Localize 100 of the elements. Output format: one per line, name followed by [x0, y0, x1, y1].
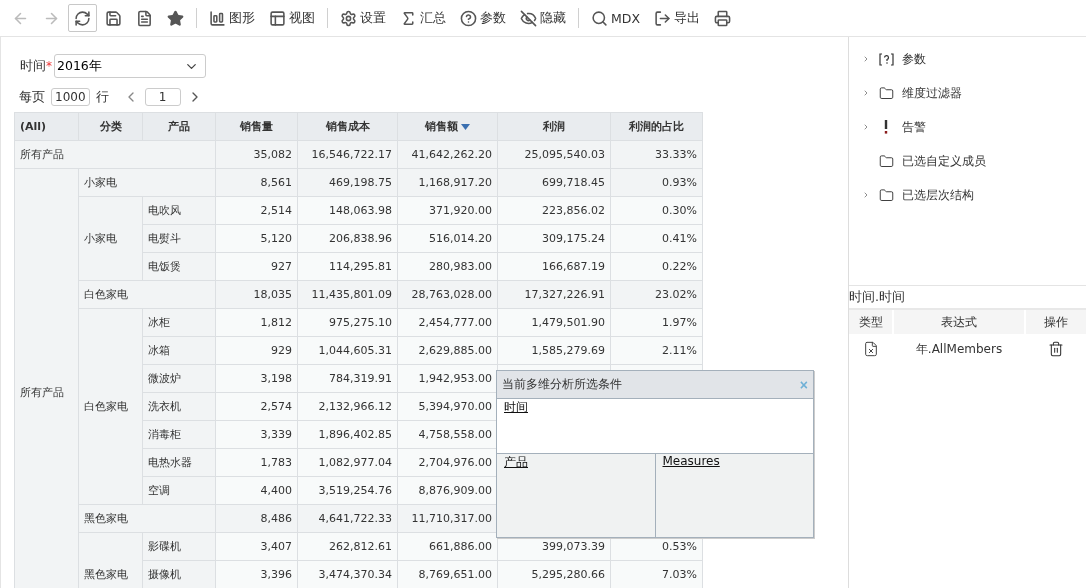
toolbar-button[interactable]: 汇总 [394, 4, 452, 32]
table-cell: 5,120 [215, 224, 298, 253]
table-cell: 148,063.98 [297, 196, 398, 225]
tree-item[interactable]: 参数 [849, 42, 1086, 76]
table-cell: 7.03% [610, 560, 703, 588]
table-cell: 2,574 [215, 392, 298, 421]
rows-label: 行 [95, 88, 109, 106]
row-header: 空调 [142, 476, 216, 505]
table-cell: 1,168,917.20 [397, 168, 498, 197]
table-cell-text: 年.AllMembers [914, 340, 1004, 358]
table-cell: 1,082,977.04 [297, 448, 398, 477]
table-cell: 11,710,317.00 [397, 504, 498, 533]
row-header: 电熨斗 [142, 224, 216, 253]
table-cell: 975,275.10 [297, 308, 398, 337]
table-cell: 0.22% [610, 252, 703, 281]
table-cell: 371,920.00 [397, 196, 498, 225]
time-select[interactable]: 2016年 [54, 54, 206, 78]
table-cell: 1,783 [215, 448, 298, 477]
table-cell: 23.02% [610, 280, 703, 309]
table-cell: 223,856.02 [497, 196, 611, 225]
expand-icon [862, 88, 870, 98]
toolbar-button[interactable]: 图形 [203, 4, 261, 32]
column-header[interactable]: 销售额 [397, 112, 498, 141]
table-cell: 8,876,909.00 [397, 476, 498, 505]
save-icon [105, 9, 122, 27]
popup-title: 当前多维分析所选条件 [502, 376, 622, 393]
measures-link[interactable]: Measures [662, 454, 720, 468]
table-cell: 2,454,777.00 [397, 308, 498, 337]
settings-icon [340, 9, 357, 27]
tree-item[interactable]: 已选自定义成员 [849, 144, 1086, 178]
column-header[interactable]: 利润 [497, 112, 611, 141]
table-cell: 18,035 [215, 280, 298, 309]
filter-label: 时间 [20, 57, 46, 75]
column-header[interactable]: 销售成本 [297, 112, 398, 141]
column-header[interactable]: 利润的占比 [610, 112, 703, 141]
table-cell: 5,394,970.00 [397, 392, 498, 421]
table-cell: 929 [215, 336, 298, 365]
table-cell: 11,435,801.09 [297, 280, 398, 309]
table-cell: 206,838.96 [297, 224, 398, 253]
table-cell: 28,763,028.00 [397, 280, 498, 309]
page-size-field[interactable]: 1000 [51, 88, 90, 106]
row-header: 电饭煲 [142, 252, 216, 281]
table-cell: 2,132,966.12 [297, 392, 398, 421]
toolbar-button[interactable]: 参数 [454, 4, 512, 32]
save-as-icon [136, 9, 153, 27]
folder-icon [878, 85, 894, 101]
expand-icon [862, 54, 870, 64]
column-header: 类型 [849, 310, 892, 334]
row-header: 微波炉 [142, 364, 216, 393]
table-cell: 262,812.61 [297, 532, 398, 561]
column-header[interactable]: 产品 [142, 112, 216, 141]
expand-icon [862, 122, 870, 132]
table-cell: 3,407 [215, 532, 298, 561]
row-header: 摄像机 [142, 560, 216, 588]
table-cell: 1,942,953.00 [397, 364, 498, 393]
product-link[interactable]: 产品 [504, 455, 528, 469]
column-header[interactable]: 销售量 [215, 112, 298, 141]
tree-item[interactable]: 告警 [849, 110, 1086, 144]
detail-title: 时间.时间 [849, 288, 905, 306]
page-number-field[interactable]: 1 [144, 88, 181, 106]
table-cell: 3,198 [215, 364, 298, 393]
table-cell: 309,175.24 [497, 224, 611, 253]
row-header: 所有产品 [14, 168, 79, 588]
row-header: 黑色家电 [78, 532, 143, 588]
toolbar-button[interactable]: MDX [585, 4, 646, 32]
toolbar-button[interactable]: 设置 [334, 4, 392, 32]
table-cell: 41,642,262.20 [397, 140, 498, 169]
delete-icon[interactable] [1048, 341, 1064, 357]
table-cell: 5,295,280.66 [497, 560, 611, 588]
folder-icon [878, 153, 894, 169]
row-header: 白色家电 [78, 308, 143, 505]
tree-item[interactable]: 维度过滤器 [849, 76, 1086, 110]
row-header: 电热水器 [142, 448, 216, 477]
expand-icon [862, 190, 870, 200]
hide-icon [520, 9, 537, 27]
table-cell: 8,769,651.00 [397, 560, 498, 588]
view-icon [269, 9, 286, 27]
row-header: 电吹风 [142, 196, 216, 225]
star-icon [167, 9, 184, 27]
column-header[interactable]: 分类 [78, 112, 143, 141]
time-link[interactable]: 时间 [504, 400, 528, 414]
row-header: 小家电 [78, 168, 216, 197]
row-header: 黑色家电 [78, 504, 216, 533]
export-icon [654, 9, 671, 27]
table-cell: 784,319.91 [297, 364, 398, 393]
table-cell: 17,327,226.91 [497, 280, 611, 309]
toolbar-button[interactable] [68, 4, 97, 32]
table-cell: 8,486 [215, 504, 298, 533]
table-cell: 0.30% [610, 196, 703, 225]
help-icon [460, 9, 477, 27]
table-cell: 2,629,885.00 [397, 336, 498, 365]
table-cell: 516,014.20 [397, 224, 498, 253]
toolbar-button[interactable]: 导出 [648, 4, 706, 32]
table-cell: 3,474,370.34 [297, 560, 398, 588]
table-cell: 2,514 [215, 196, 298, 225]
toolbar-button[interactable]: 隐藏 [514, 4, 572, 32]
column-header[interactable]: (All) [14, 112, 79, 141]
tree-item[interactable]: 已选层次结构 [849, 178, 1086, 212]
table-cell: 4,758,558.00 [397, 420, 498, 449]
toolbar-button[interactable]: 视图 [263, 4, 321, 32]
